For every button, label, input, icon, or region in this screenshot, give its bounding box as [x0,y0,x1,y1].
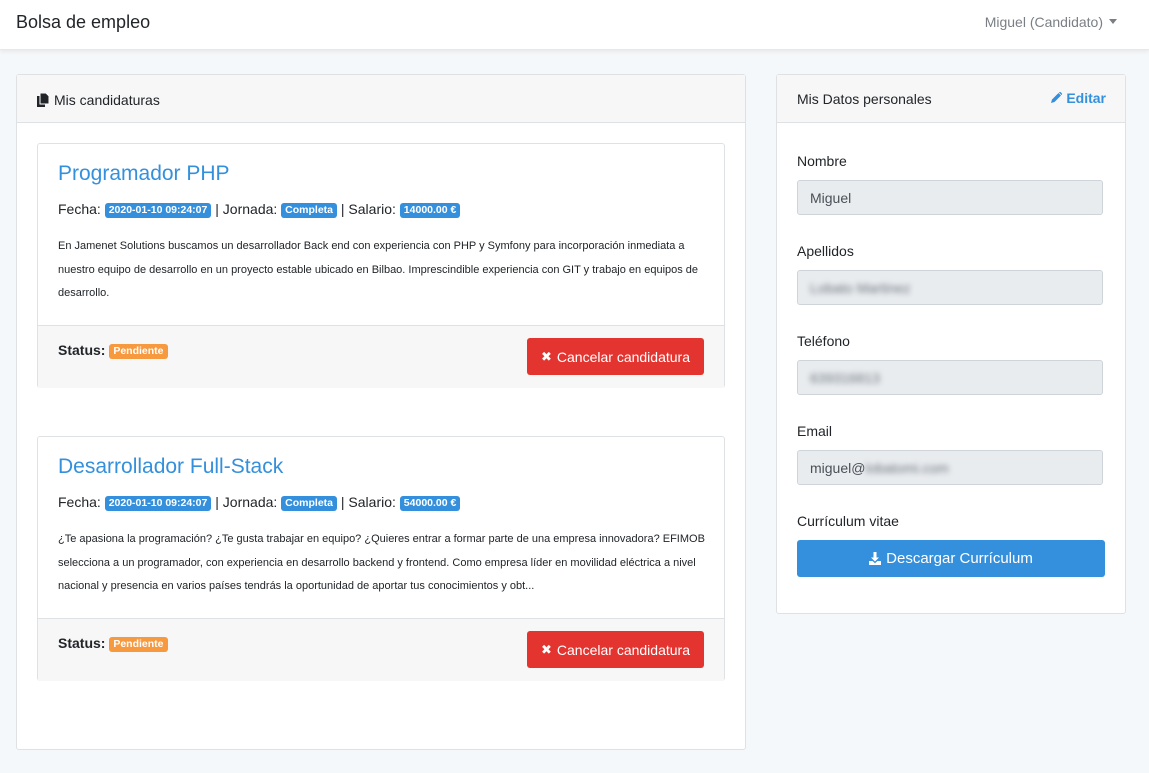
salary-badge: 14000.00 € [399,203,461,218]
edit-label: Editar [1066,90,1106,106]
jornada-badge: Completa [281,203,338,218]
job-description: En Jamenet Solutions buscamos un desarro… [58,240,699,299]
applications-title: Mis candidaturas [37,91,160,108]
telefono-label: Teléfono [797,333,850,349]
navbar: Bolsa de empleo Miguel (Candidato) [0,0,1149,50]
apellidos-field[interactable]: Lobato Martinez [797,270,1103,305]
fecha-label: Fecha: [58,201,101,217]
pencil-icon [1051,92,1063,103]
job-title[interactable]: Programador PHP [58,162,230,186]
jornada-badge: Completa [281,496,338,511]
job-meta: Fecha: 2020-01-10 09:24:07 | Jornada: Co… [58,201,461,219]
files-icon [37,93,49,107]
job-meta: Fecha: 2020-01-10 09:24:07 | Jornada: Co… [58,494,461,512]
telefono-value: 639316813 [810,370,881,386]
user-dropdown[interactable]: Miguel (Candidato) [985,14,1117,30]
job-title[interactable]: Desarrollador Full-Stack [58,455,283,479]
cv-label: Currículum vitae [797,513,899,529]
status: Status: Pendiente [58,635,168,653]
download-cv-button[interactable]: Descargar Currículum [797,540,1105,577]
status-badge: Pendiente [109,637,168,652]
personal-data-title: Mis Datos personales [797,91,932,107]
apellidos-label: Apellidos [797,243,854,259]
salario-label: | Salario: [340,494,396,510]
brand-link[interactable]: Bolsa de empleo [16,12,150,33]
nombre-label: Nombre [797,153,847,169]
application-footer: Status: Pendiente ✖ Cancelar candidatura [38,325,724,388]
jornada-label: | Jornada: [215,201,278,217]
edit-link[interactable]: Editar [1051,90,1106,106]
applications-header-label: Mis candidaturas [54,92,160,108]
applications-card: Mis candidaturas Programador PHP Fecha: … [16,74,746,750]
caret-down-icon [1109,18,1117,24]
jornada-label: | Jornada: [215,494,278,510]
cancel-button-label: Cancelar candidatura [556,348,690,365]
application-item: Desarrollador Full-Stack Fecha: 2020-01-… [37,436,725,681]
close-icon: ✖ [541,348,552,364]
status: Status: Pendiente [58,342,168,360]
applications-header: Mis candidaturas [17,75,745,123]
job-description: ¿Te apasiona la programación? ¿Te gusta … [58,533,705,592]
user-name: Miguel (Candidato) [984,14,1103,30]
date-badge: 2020-01-10 09:24:07 [104,496,212,511]
personal-data-card: Mis Datos personales Editar Nombre Migue… [776,74,1126,614]
application-item: Programador PHP Fecha: 2020-01-10 09:24:… [37,143,725,388]
personal-data-header: Mis Datos personales Editar [777,75,1125,123]
salario-label: | Salario: [340,201,396,217]
email-value-hidden: lobatomi.com [865,460,949,476]
cancel-button-label: Cancelar candidatura [556,641,690,658]
download-label: Descargar Currículum [886,550,1033,567]
telefono-field[interactable]: 639316813 [797,360,1103,395]
close-icon: ✖ [541,641,552,657]
apellidos-value: Lobato Martinez [810,280,911,296]
download-icon [869,552,882,565]
cancel-application-button[interactable]: ✖ Cancelar candidatura [527,338,704,375]
date-badge: 2020-01-10 09:24:07 [104,203,212,218]
nombre-field[interactable]: Miguel [797,180,1103,215]
application-footer: Status: Pendiente ✖ Cancelar candidatura [38,618,724,681]
email-field[interactable]: miguel@lobatomi.com [797,450,1103,485]
email-value-prefix: miguel@ [810,460,866,476]
cancel-application-button[interactable]: ✖ Cancelar candidatura [527,631,704,668]
email-label: Email [797,423,833,439]
status-label: Status: [58,635,106,651]
salary-badge: 54000.00 € [399,496,461,511]
fecha-label: Fecha: [58,494,101,510]
status-label: Status: [58,342,106,358]
status-badge: Pendiente [109,344,168,359]
